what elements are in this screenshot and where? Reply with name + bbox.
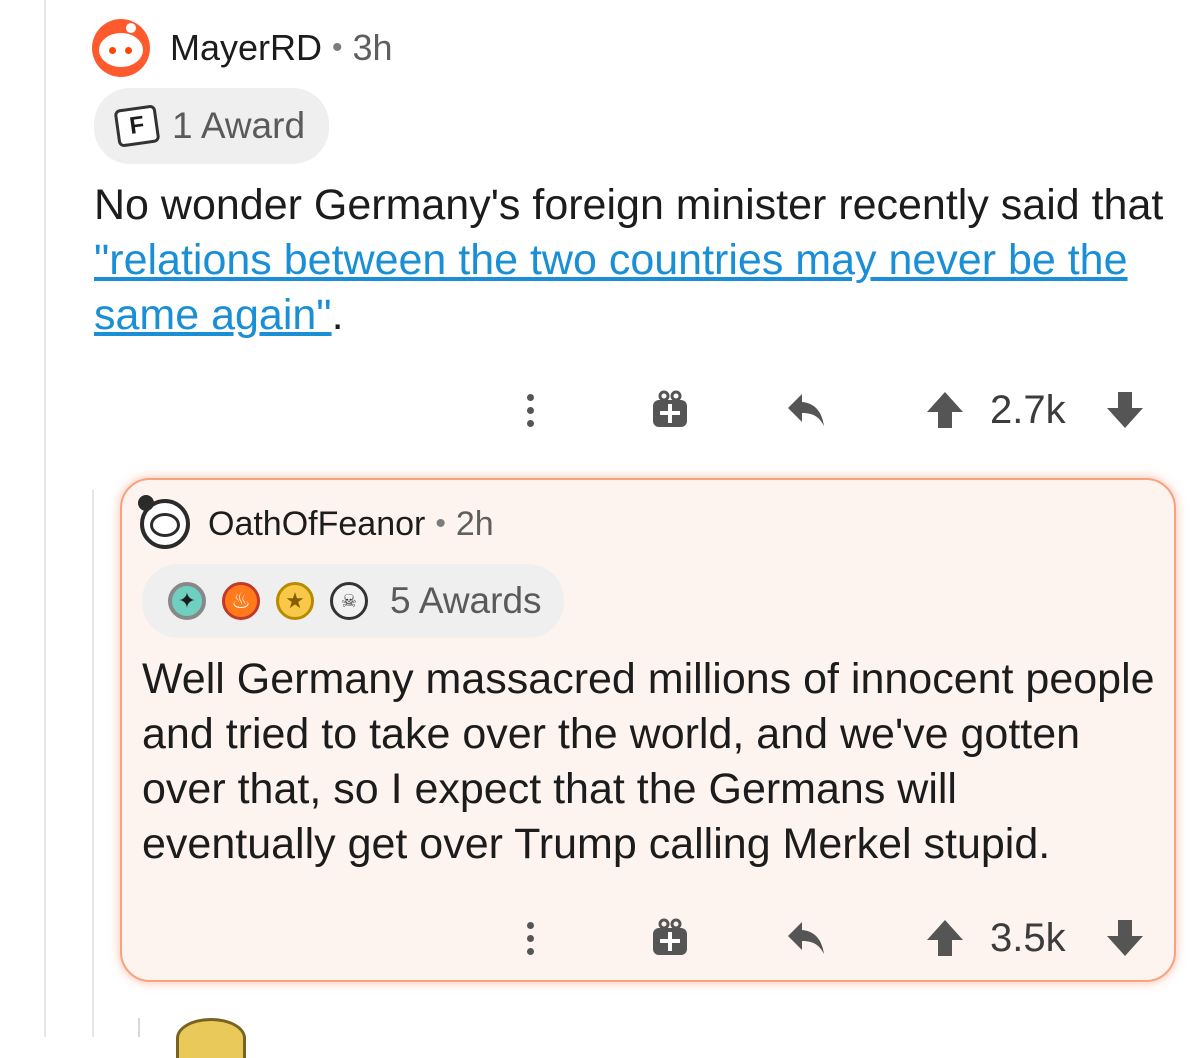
upvote-icon[interactable] [920,380,970,440]
award-pill[interactable]: F 1 Award [94,88,330,164]
reply-header: OathOfFeanor • 2h [138,494,494,554]
separator-dot: • [435,507,446,540]
gem-award-icon: ✦ [168,582,206,620]
downvote-icon[interactable] [1100,380,1150,440]
comment-body: No wonder Germany's foreign minister rec… [94,178,1184,343]
body-text: No wonder Germany's foreign minister rec… [94,181,1164,229]
username[interactable]: MayerRD [170,27,322,69]
gift-icon[interactable] [640,908,700,968]
comment-actions: 2.7k [500,380,1160,440]
reply-icon[interactable] [776,380,836,440]
downvote-icon[interactable] [1100,908,1150,968]
f-award-icon: F [113,104,161,148]
more-vertical-icon[interactable] [500,380,560,440]
award-count: 5 Awards [390,580,542,621]
body-suffix: . [331,291,344,339]
skull-award-icon: ☠ [330,582,368,620]
upvote-icon[interactable] [920,908,970,968]
highlighted-reply: OathOfFeanor • 2h ✦ ♨ ★ ☠ 5 Awards Well … [120,478,1176,982]
award-pill[interactable]: ✦ ♨ ★ ☠ 5 Awards [142,564,564,638]
more-vertical-icon[interactable] [500,908,560,968]
avatar[interactable] [92,19,150,77]
award-count: 1 Award [172,105,306,146]
vote-score: 3.5k [990,916,1066,960]
gift-icon[interactable] [640,380,700,440]
timestamp: 3h [352,27,393,68]
reply-actions: 3.5k [500,908,1160,968]
separator-dot: • [332,31,343,64]
username[interactable]: OathOfFeanor [208,505,425,544]
fire-award-icon: ♨ [222,582,260,620]
timestamp: 2h [455,504,494,543]
thread-line [44,0,46,1037]
thread-line-nested [92,490,94,1037]
reply-body: Well Germany massacred millions of innoc… [142,655,1155,868]
avatar[interactable] [138,495,190,549]
next-comment-avatar[interactable] [176,1018,246,1058]
reply-icon[interactable] [776,908,836,968]
quote-link[interactable]: "relations between the two countries may… [94,236,1128,339]
star-award-icon: ★ [276,582,314,620]
thread-line-deep [138,1018,140,1037]
vote-score: 2.7k [990,388,1066,432]
comment-header: MayerRD • 3h [92,19,393,77]
